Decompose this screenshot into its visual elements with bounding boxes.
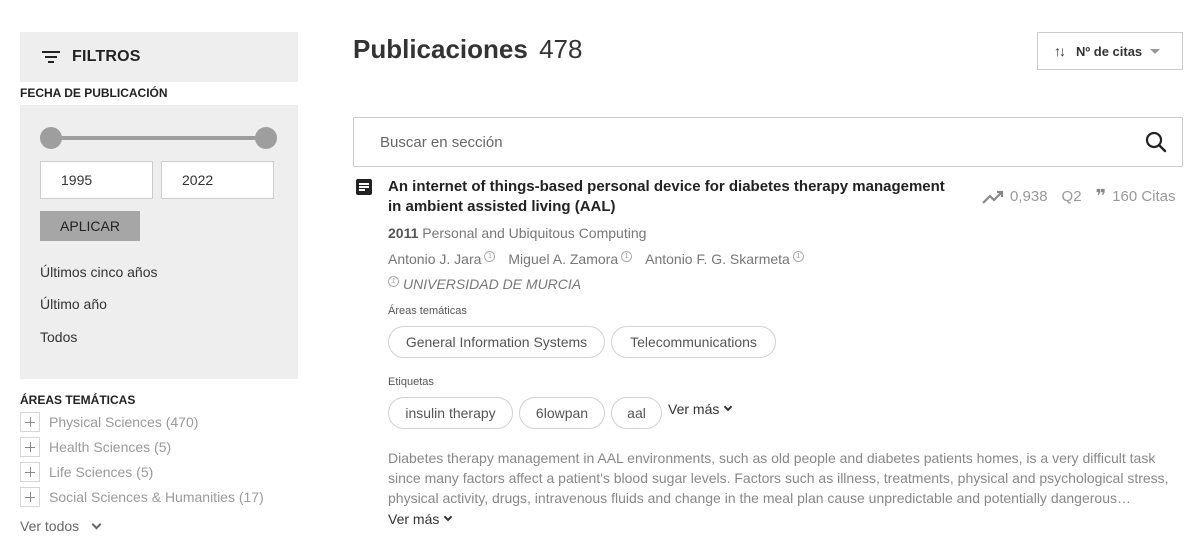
search-input[interactable] xyxy=(354,118,1114,166)
area-item-label[interactable]: Physical Sciences (470) xyxy=(49,414,198,430)
filters-header: FILTROS xyxy=(20,32,298,82)
page-title: Publicaciones 478 xyxy=(353,34,582,65)
subject-areas-label: Áreas temáticas xyxy=(388,305,467,317)
filter-icon xyxy=(42,50,60,64)
see-all-areas-link[interactable]: Ver todos xyxy=(20,518,102,534)
keyword-tag[interactable]: 6lowpan xyxy=(519,397,605,429)
expand-plus-icon[interactable] xyxy=(20,462,40,482)
author-name[interactable]: Antonio J. Jara xyxy=(388,251,481,267)
area-tag[interactable]: General Information Systems xyxy=(388,326,605,358)
area-item-label[interactable]: Life Sciences (5) xyxy=(49,464,153,480)
caret-down-icon xyxy=(1150,48,1161,54)
expand-plus-icon[interactable] xyxy=(20,487,40,507)
author-item[interactable]: Antonio F. G. Skarmeta 1 xyxy=(645,251,804,267)
area-item-social-sciences[interactable]: Social Sciences & Humanities (17) xyxy=(20,487,264,507)
year-range-slider-track[interactable] xyxy=(52,136,266,140)
tags-label: Etiquetas xyxy=(388,376,434,388)
author-name[interactable]: Antonio F. G. Skarmeta xyxy=(645,251,790,267)
keyword-tag[interactable]: insulin therapy xyxy=(388,397,513,429)
tags-see-more-button[interactable]: Ver más xyxy=(668,401,733,417)
document-icon xyxy=(356,179,372,195)
publication-year: 2011 xyxy=(388,225,419,241)
sort-dropdown[interactable]: ↑↓ Nº de citas xyxy=(1037,32,1183,70)
section-search xyxy=(353,117,1183,167)
keyword-tag[interactable]: aal xyxy=(611,397,662,429)
area-item-physical-sciences[interactable]: Physical Sciences (470) xyxy=(20,412,198,432)
expand-plus-icon[interactable] xyxy=(20,437,40,457)
author-name[interactable]: Miguel A. Zamora xyxy=(508,251,618,267)
area-item-label[interactable]: Social Sciences & Humanities (17) xyxy=(49,489,264,505)
apply-button[interactable]: APLICAR xyxy=(40,211,140,241)
institution: 1 UNIVERSIDAD DE MURCIA xyxy=(388,276,581,292)
last-year-option[interactable]: Último año xyxy=(40,296,107,312)
trending-up-icon xyxy=(982,190,1004,204)
quote-icon: ❞ xyxy=(1095,186,1107,207)
affiliation-ref: 1 xyxy=(792,251,804,263)
expand-plus-icon[interactable] xyxy=(20,412,40,432)
date-filter-title: FECHA DE PUBLICACIÓN xyxy=(20,86,168,100)
authors-list: Antonio J. Jara 1 Miguel A. Zamora 1 Anton… xyxy=(388,251,817,267)
filters-title: FILTROS xyxy=(72,48,141,65)
year-from-input[interactable] xyxy=(40,161,153,199)
year-to-input[interactable] xyxy=(161,161,274,199)
year-range-end-handle[interactable] xyxy=(255,127,277,149)
chevron-down-icon xyxy=(91,519,102,529)
impact-factor: 0,938 xyxy=(1010,188,1048,205)
citations-count: 160 Citas xyxy=(1112,188,1176,205)
sort-label[interactable]: Nº de citas xyxy=(1076,44,1142,59)
results-count: 478 xyxy=(539,34,583,64)
journal-name[interactable]: Personal and Ubiquitous Computing xyxy=(422,225,646,241)
areas-filter-title: ÁREAS TEMÁTICAS xyxy=(20,393,136,407)
search-icon[interactable] xyxy=(1144,130,1168,154)
publication-title[interactable]: An internet of things-based personal dev… xyxy=(388,177,948,217)
area-item-health-sciences[interactable]: Health Sciences (5) xyxy=(20,437,171,457)
chevron-down-icon xyxy=(724,402,733,412)
author-item[interactable]: Antonio J. Jara 1 xyxy=(388,251,496,267)
quartile-badge: Q2 xyxy=(1061,188,1082,205)
chevron-down-icon xyxy=(444,512,453,522)
publication-metrics: 0,938 Q2 ❞ 160 Citas xyxy=(982,186,1176,207)
year-range-start-handle[interactable] xyxy=(40,127,62,149)
see-more-label[interactable]: Ver más xyxy=(668,401,719,417)
see-more-label[interactable]: Ver más xyxy=(388,511,439,527)
area-tag[interactable]: Telecommunications xyxy=(611,326,776,358)
date-filter-panel: APLICAR Últimos cinco años Último año To… xyxy=(20,105,298,379)
last-five-years-option[interactable]: Últimos cinco años xyxy=(40,264,158,280)
author-item[interactable]: Miguel A. Zamora 1 xyxy=(508,251,633,267)
area-item-life-sciences[interactable]: Life Sciences (5) xyxy=(20,462,153,482)
abstract-see-more-button[interactable]: Ver más xyxy=(388,511,453,527)
institution-name[interactable]: UNIVERSIDAD DE MURCIA xyxy=(403,276,581,292)
affiliation-ref: 1 xyxy=(484,251,496,263)
affiliation-ref: 1 xyxy=(388,276,399,287)
affiliation-ref: 1 xyxy=(621,251,633,263)
publication-abstract: Diabetes therapy management in AAL envir… xyxy=(388,450,1169,506)
publication-source: 2011 Personal and Ubiquitous Computing xyxy=(388,225,646,241)
all-years-option[interactable]: Todos xyxy=(40,329,77,345)
page-title-text: Publicaciones xyxy=(353,34,528,64)
see-all-label[interactable]: Ver todos xyxy=(20,518,79,534)
sort-arrows-icon: ↑↓ xyxy=(1054,43,1066,59)
area-item-label[interactable]: Health Sciences (5) xyxy=(49,439,171,455)
